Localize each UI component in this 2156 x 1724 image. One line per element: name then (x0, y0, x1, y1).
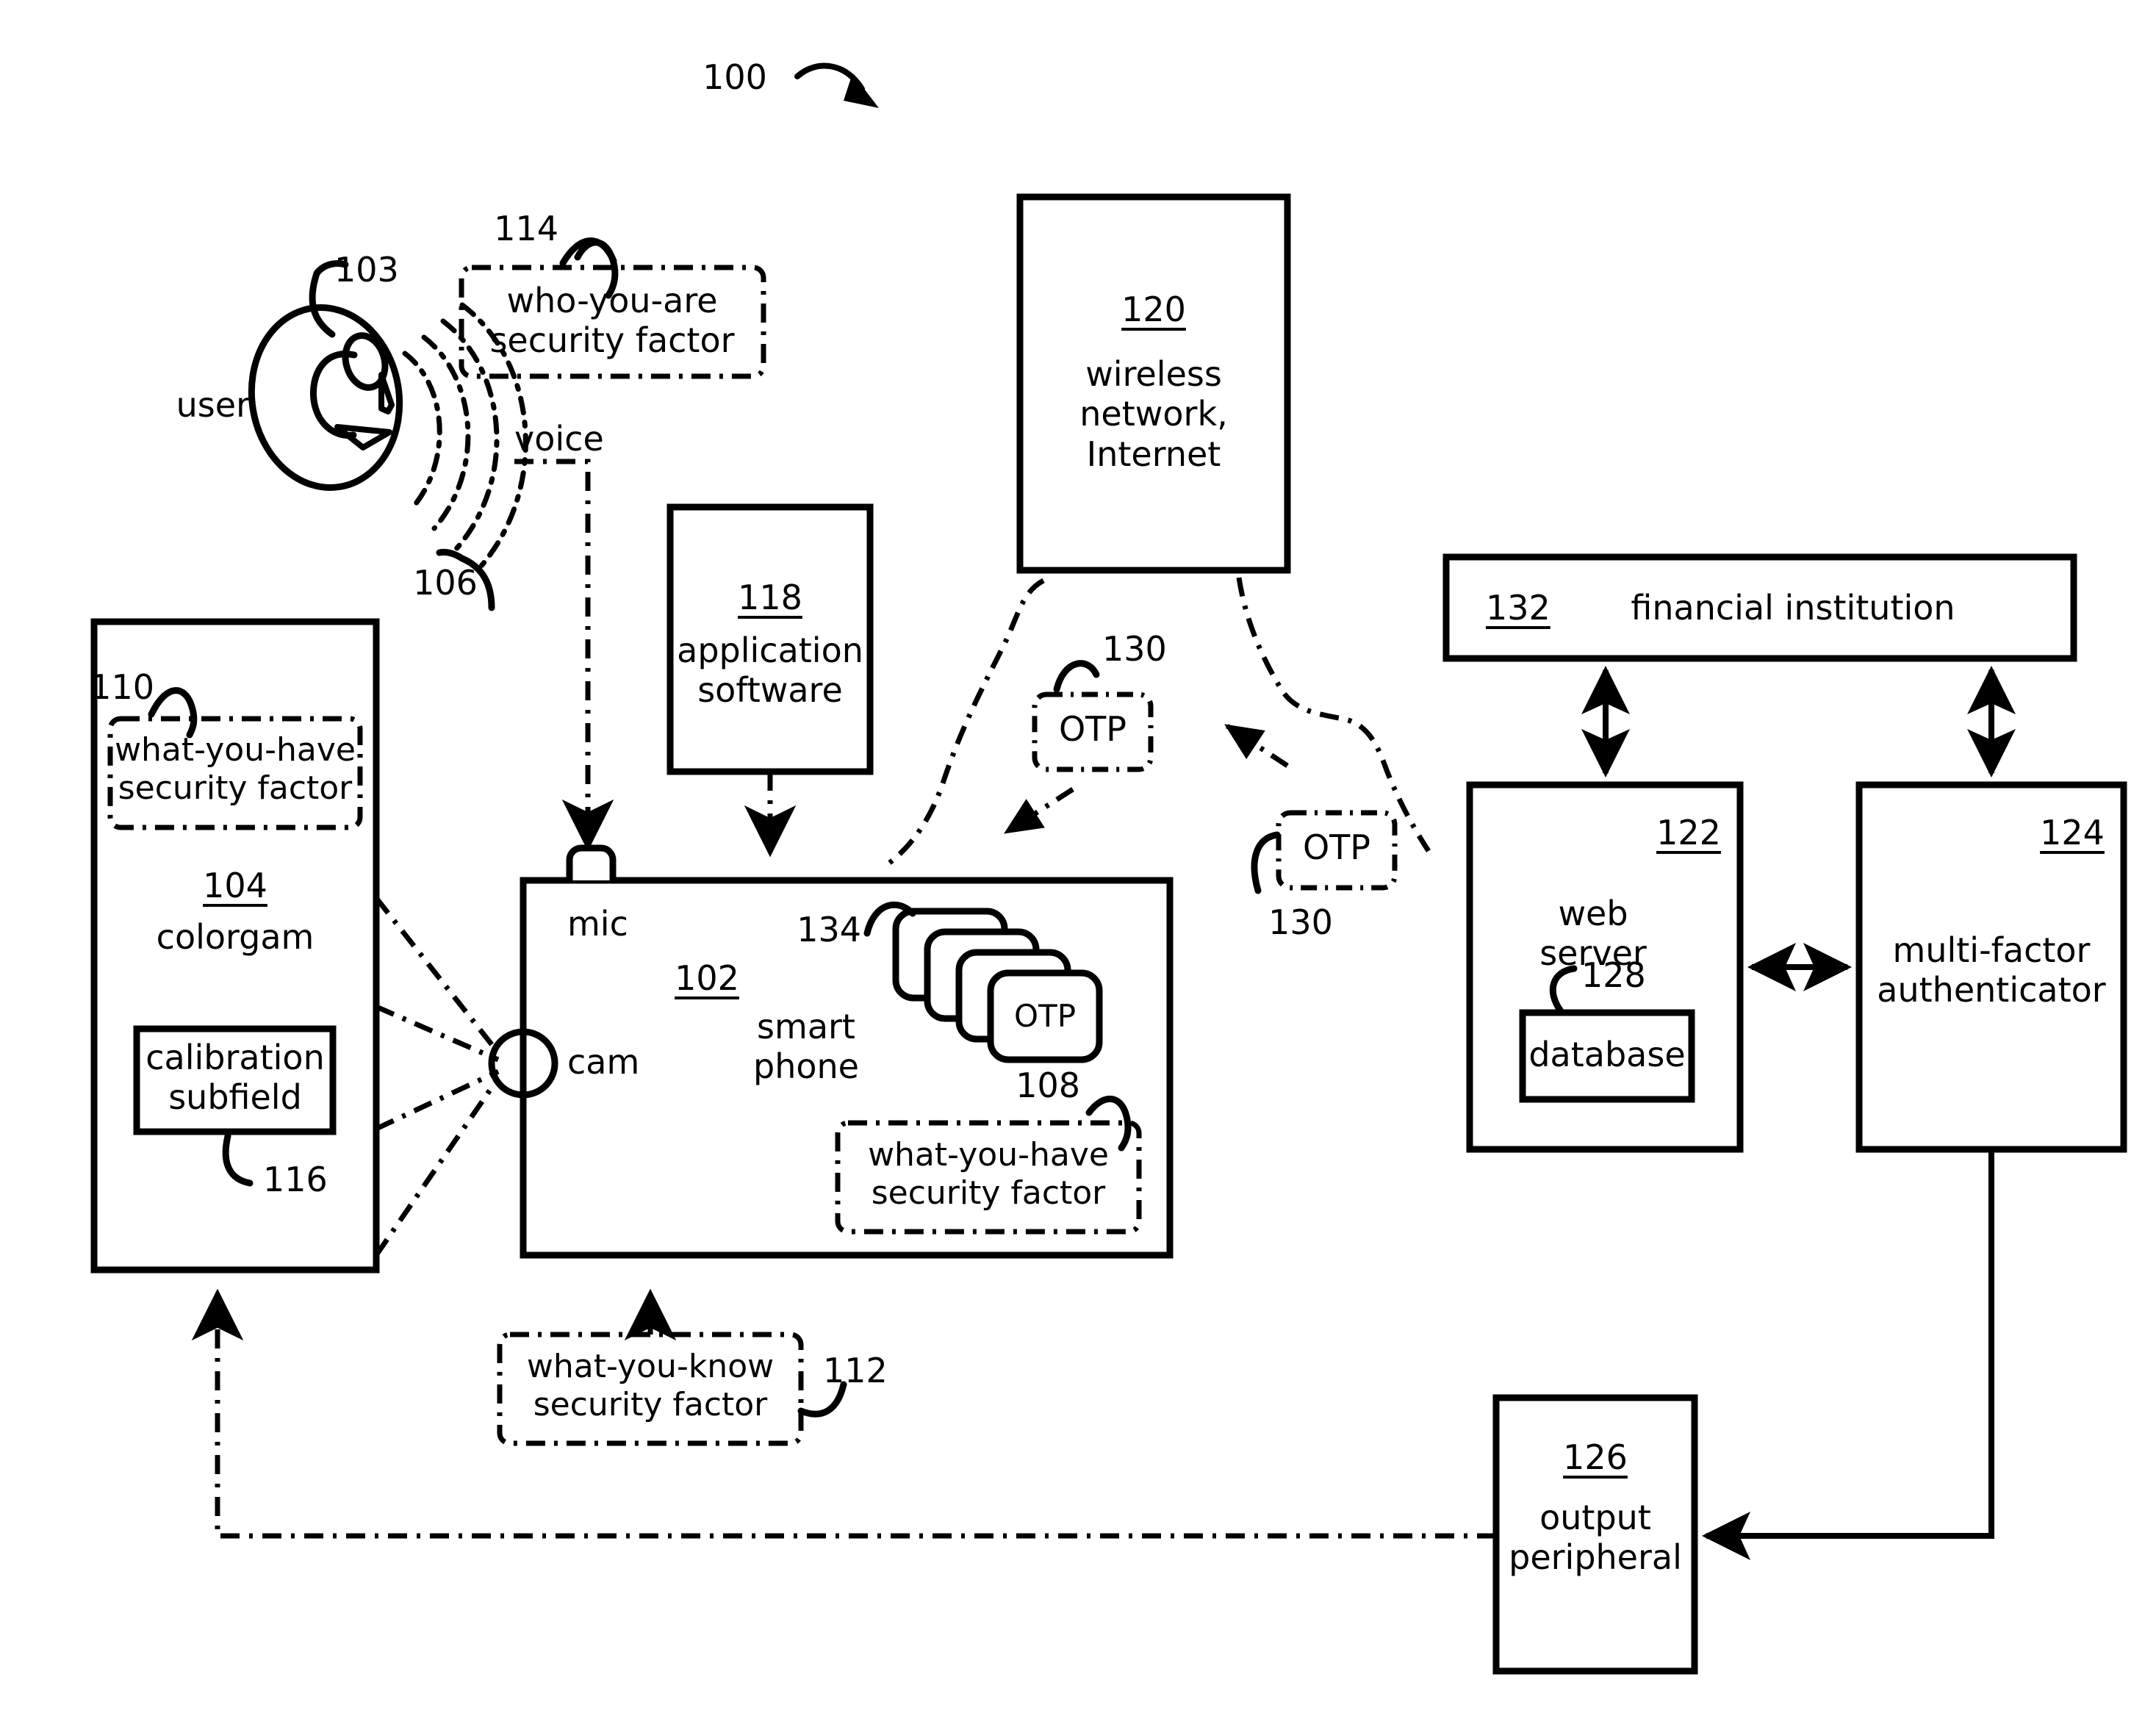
ref-103: 103 (334, 250, 399, 290)
connector-mfa-output-peripheral (1702, 1149, 1994, 1560)
smartphone-factor-label: what-you-have security factor (868, 1136, 1109, 1212)
financial-institution-label: financial institution (1631, 588, 1955, 628)
ref-116: 116 (263, 1160, 328, 1199)
voice-label: voice (514, 419, 604, 459)
who-you-are-factor-label: who-you-are security factor (489, 281, 735, 361)
ref-124: 124 (2040, 813, 2105, 852)
user-head-icon (248, 260, 403, 491)
ref-122: 122 (1656, 813, 1721, 852)
multi-factor-authenticator-label: multi-factor authenticator (1877, 930, 2106, 1010)
user-label: user (176, 385, 250, 425)
colorgam-factor-label: what-you-have security factor (115, 731, 356, 807)
otp-transit-left-label: OTP (1058, 709, 1127, 749)
output-peripheral-label: output peripheral (1509, 1498, 1682, 1578)
voice-to-mic-path (514, 459, 614, 852)
ref-106: 106 (413, 563, 478, 603)
what-you-know-factor-label: what-you-know security factor (526, 1348, 775, 1423)
figure-number: 100 (703, 57, 767, 97)
ref-120: 120 (1121, 290, 1186, 329)
mic-label: mic (567, 904, 628, 944)
ref-112: 112 (823, 1351, 888, 1390)
otp-card-stack-icon (892, 908, 1103, 1063)
ref-130-right: 130 (1268, 902, 1333, 942)
ref-104: 104 (203, 866, 267, 905)
calibration-subfield-label: calibration subfield (145, 1038, 325, 1118)
application-software-label: application software (677, 631, 863, 711)
ref-118: 118 (738, 578, 802, 617)
ref-110: 110 (90, 667, 154, 707)
smartphone-label: smart phone (753, 1007, 859, 1087)
ref-108: 108 (1016, 1066, 1080, 1105)
ref-128: 128 (1581, 955, 1646, 995)
otp-card-label: OTP (1013, 998, 1077, 1034)
ref-102: 102 (675, 958, 739, 998)
colorgam-to-camera-rays (374, 896, 500, 1257)
connector-output-peripheral-colorgam (191, 1288, 1496, 1539)
ref-114: 114 (494, 209, 558, 248)
wireless-network-label: wireless network, Internet (1079, 354, 1228, 474)
cam-label: cam (567, 1042, 640, 1082)
database-label: database (1528, 1035, 1686, 1074)
ref-132: 132 (1486, 588, 1550, 628)
figure-vector-layer (90, 62, 2127, 1675)
ref-126: 126 (1563, 1437, 1628, 1477)
colorgam-label: colorgam (156, 917, 315, 957)
otp-transit-right-label: OTP (1302, 827, 1371, 867)
ref-134: 134 (797, 910, 861, 949)
figure-number-arrow (794, 62, 879, 108)
ref-130-left: 130 (1102, 629, 1167, 669)
patent-figure-canvas: 100 user 103 voice 106 114 who-you-are s… (0, 0, 2156, 1724)
